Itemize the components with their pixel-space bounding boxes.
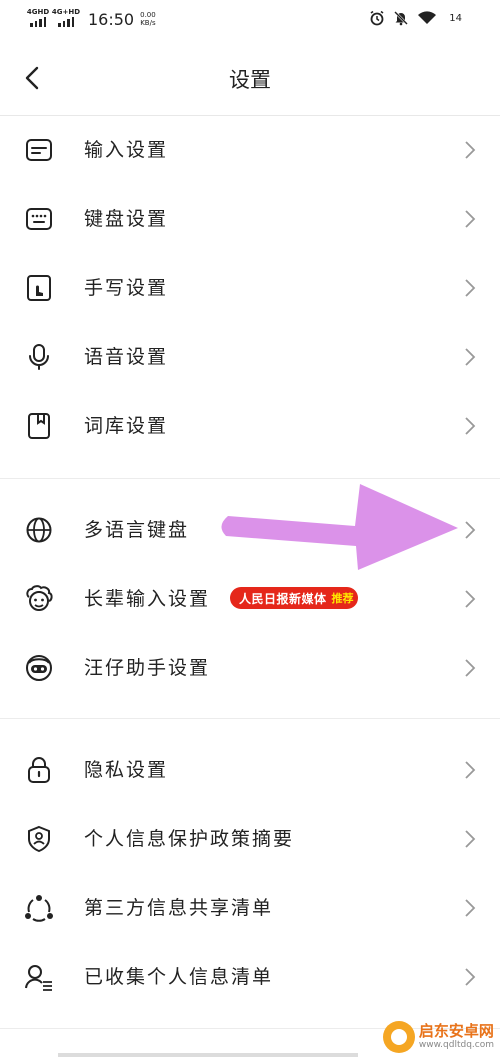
watermark-name: 启东安卓网	[418, 1022, 494, 1040]
bottom-strip	[58, 1053, 358, 1057]
watermark-url: www.qdltdq.com	[418, 1040, 494, 1050]
annotation-arrow	[221, 484, 458, 570]
watermark: 启东安卓网 www.qdltdq.com	[382, 1021, 494, 1053]
watermark-logo-icon	[382, 1021, 415, 1053]
